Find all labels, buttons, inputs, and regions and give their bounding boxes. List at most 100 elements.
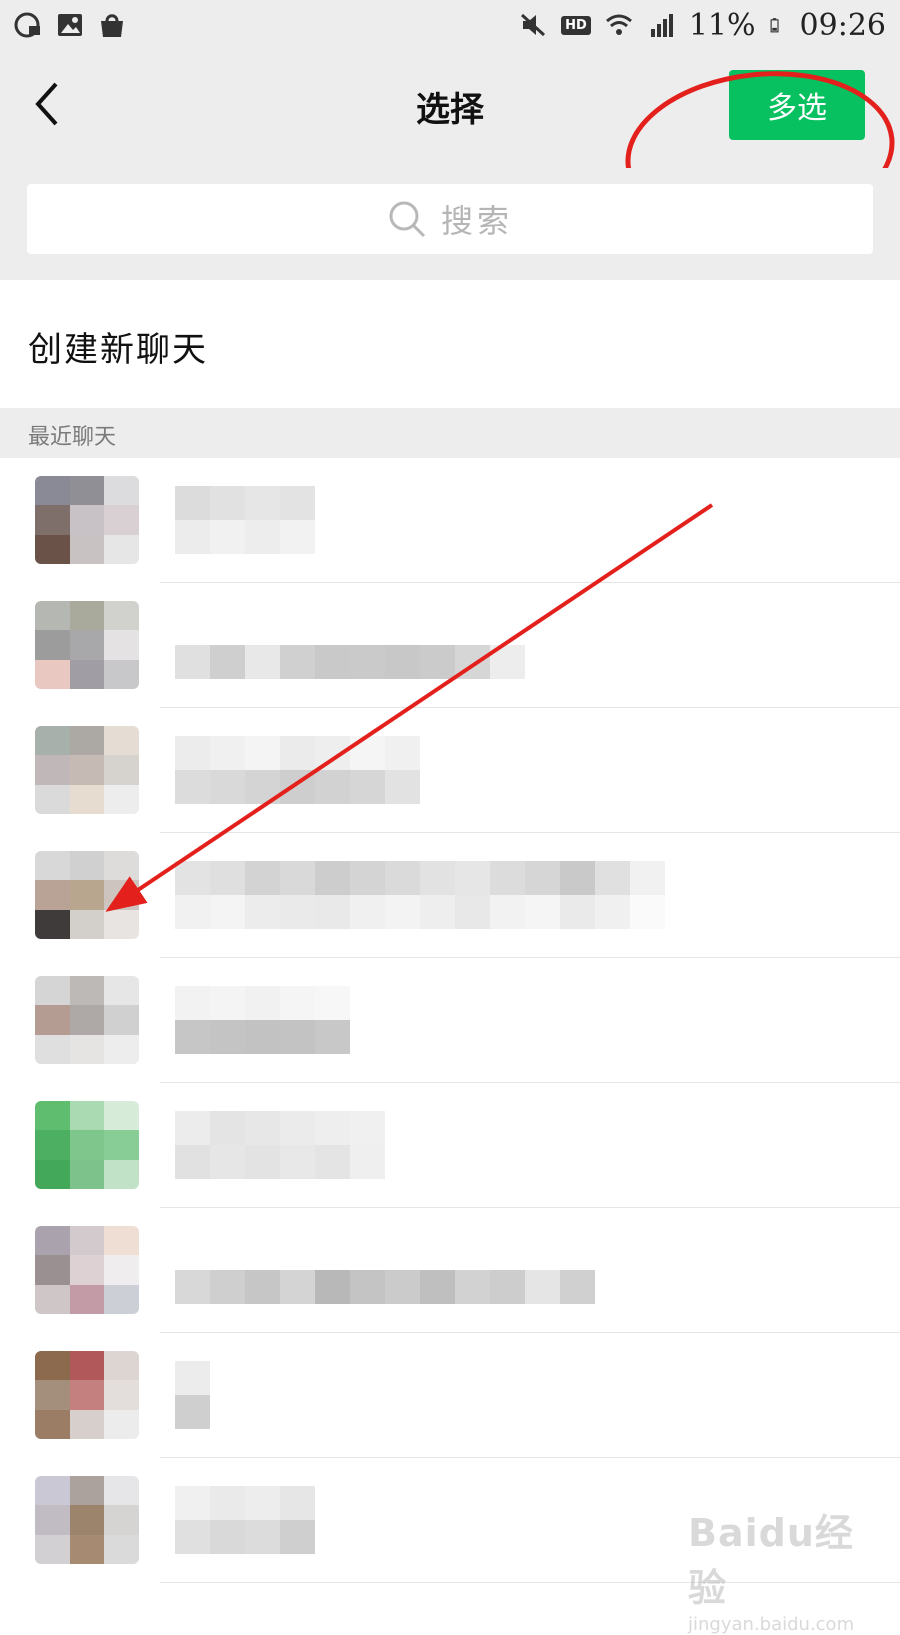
avatar-pixel xyxy=(69,851,105,881)
chat-row[interactable] xyxy=(0,458,900,583)
watermark-url: jingyan.baidu.com xyxy=(688,1614,855,1635)
avatar-pixel xyxy=(35,1351,70,1381)
avatar-pixel xyxy=(104,726,139,756)
avatar-pixel xyxy=(35,1476,70,1506)
blur-pixel xyxy=(210,1520,245,1554)
avatar-pixel xyxy=(104,476,139,506)
avatar-pixel xyxy=(69,1130,105,1160)
blur-pixel xyxy=(210,1145,245,1179)
avatar-pixel xyxy=(69,755,105,785)
avatar-pixel xyxy=(35,534,70,564)
blur-row xyxy=(175,611,525,645)
blur-pixel xyxy=(595,895,630,929)
blur-pixel xyxy=(630,861,665,895)
avatar-pixel xyxy=(69,1005,105,1035)
blur-pixel xyxy=(210,1111,245,1145)
blur-row xyxy=(175,1270,595,1304)
chat-row[interactable] xyxy=(0,583,900,708)
blur-pixel xyxy=(280,611,315,645)
avatar xyxy=(35,976,139,1064)
multi-select-button[interactable]: 多选 xyxy=(729,70,865,140)
blur-row xyxy=(175,1111,385,1145)
avatar-pixel xyxy=(104,505,139,535)
create-new-chat-label: 创建新聊天 xyxy=(28,329,208,370)
avatar xyxy=(35,726,139,814)
blur-pixel xyxy=(280,1520,315,1554)
chat-row[interactable] xyxy=(0,958,900,1083)
blur-pixel xyxy=(420,895,455,929)
blur-pixel xyxy=(350,1145,385,1179)
blur-pixel xyxy=(175,645,210,679)
avatar-pixel xyxy=(69,784,105,814)
status-bar: HD 11% 09:26 xyxy=(0,0,900,50)
mute-icon xyxy=(521,13,546,37)
blur-pixel xyxy=(280,520,315,554)
chat-row[interactable] xyxy=(0,1208,900,1333)
avatar xyxy=(35,1226,139,1314)
avatar-pixel xyxy=(35,659,70,689)
avatar-pixel xyxy=(35,851,70,881)
avatar-pixel xyxy=(69,1226,105,1256)
search-input[interactable]: 搜索 xyxy=(27,184,873,254)
avatar-pixel xyxy=(69,909,105,939)
chat-name-blurred xyxy=(175,1236,595,1304)
blur-row xyxy=(175,895,665,929)
blur-pixel xyxy=(245,1270,280,1304)
chat-name-blurred xyxy=(175,611,525,679)
avatar-pixel xyxy=(69,726,105,756)
chat-row[interactable] xyxy=(0,1083,900,1208)
blur-pixel xyxy=(245,770,280,804)
blur-pixel xyxy=(210,770,245,804)
hd-badge: HD xyxy=(561,15,591,35)
blur-pixel xyxy=(385,645,420,679)
avatar-pixel xyxy=(69,534,105,564)
blur-row xyxy=(175,736,420,770)
signal-icon xyxy=(650,14,673,37)
chat-row[interactable] xyxy=(0,833,900,958)
blur-pixel xyxy=(210,486,245,520)
avatar-pixel xyxy=(104,659,139,689)
blur-pixel xyxy=(280,645,315,679)
avatar-pixel xyxy=(104,1255,139,1285)
avatar-pixel xyxy=(104,909,139,939)
blur-pixel xyxy=(175,611,210,645)
blur-pixel xyxy=(490,645,525,679)
chat-row[interactable] xyxy=(0,1333,900,1458)
chat-name-blurred xyxy=(175,486,315,554)
avatar-pixel xyxy=(104,1226,139,1256)
avatar-pixel xyxy=(35,1034,70,1064)
avatar-pixel xyxy=(69,880,105,910)
avatar-pixel xyxy=(35,1409,70,1439)
blur-pixel xyxy=(350,1236,385,1270)
avatar xyxy=(35,851,139,939)
chat-name-blurred xyxy=(175,736,420,804)
blur-pixel xyxy=(455,1270,490,1304)
blur-pixel xyxy=(385,1270,420,1304)
blur-pixel xyxy=(175,1361,210,1395)
avatar-pixel xyxy=(104,1034,139,1064)
avatar-pixel xyxy=(35,1226,70,1256)
blur-pixel xyxy=(420,611,455,645)
avatar-pixel xyxy=(104,1005,139,1035)
status-right-icons: HD 11% 09:26 xyxy=(519,8,886,43)
blur-pixel xyxy=(455,611,490,645)
blur-pixel xyxy=(245,1145,280,1179)
blur-pixel xyxy=(175,986,210,1020)
status-left-icons xyxy=(14,12,126,38)
create-new-chat[interactable]: 创建新聊天 xyxy=(0,286,900,406)
avatar-pixel xyxy=(69,1101,105,1131)
blur-pixel xyxy=(315,986,350,1020)
blur-pixel xyxy=(350,645,385,679)
blur-pixel xyxy=(385,895,420,929)
blur-pixel xyxy=(315,1270,350,1304)
blur-pixel xyxy=(350,736,385,770)
blur-pixel xyxy=(315,611,350,645)
avatar-pixel xyxy=(69,659,105,689)
blur-pixel xyxy=(175,1486,210,1520)
blur-pixel xyxy=(420,1236,455,1270)
blur-pixel xyxy=(560,895,595,929)
avatar-pixel xyxy=(35,784,70,814)
blur-pixel xyxy=(630,895,665,929)
avatar-pixel xyxy=(104,630,139,660)
chat-row[interactable] xyxy=(0,708,900,833)
